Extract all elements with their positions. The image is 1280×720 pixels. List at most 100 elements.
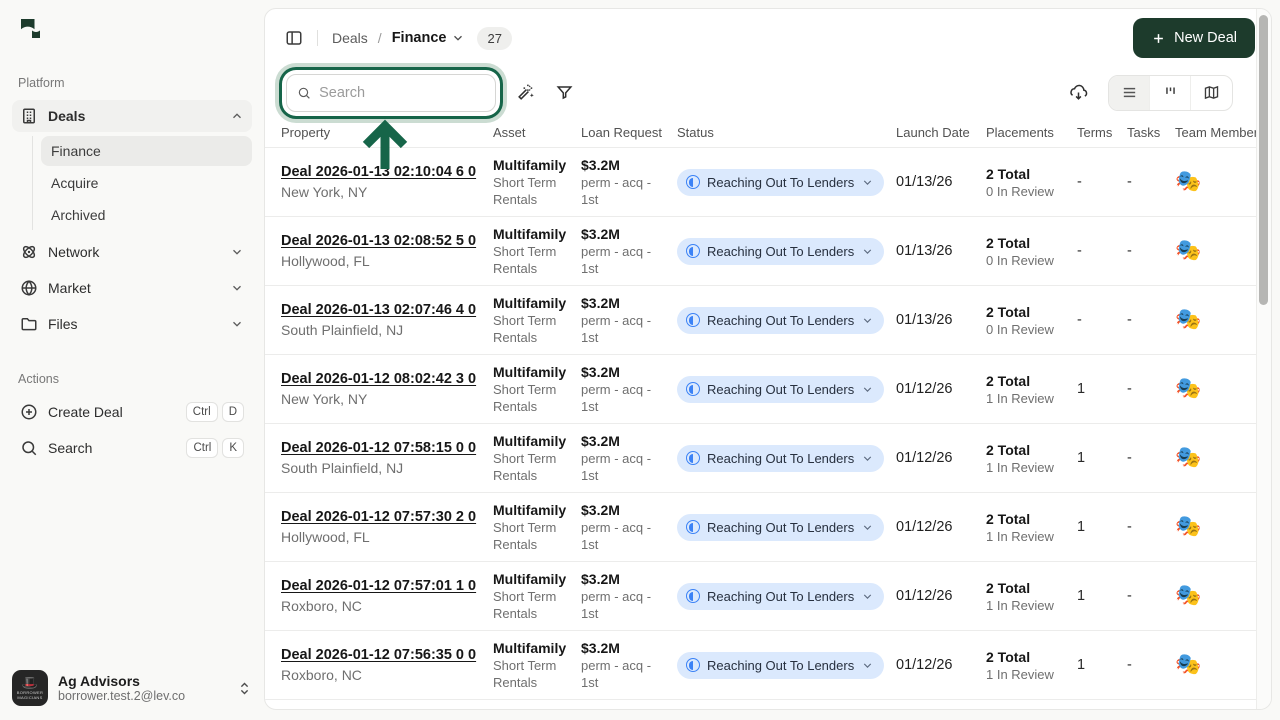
table-row[interactable]: Deal 2026-01-13 02:07:46 4 0 South Plain… (265, 286, 1271, 355)
deal-name-link[interactable]: Deal 2026-01-13 02:07:46 4 0 (281, 300, 483, 320)
new-deal-button[interactable]: New Deal (1133, 18, 1255, 58)
actions-section-label: Actions (18, 372, 252, 386)
asset-type: Multifamily (493, 225, 571, 243)
user-meta: Ag Advisors borrower.test.2@lev.co (58, 673, 185, 703)
column-header-asset[interactable]: Asset (493, 125, 581, 140)
column-header-loan-request[interactable]: Loan Request (581, 125, 677, 140)
app-logo-icon (18, 16, 44, 42)
plus-icon (1151, 31, 1166, 46)
sidebar-item-network[interactable]: Network (12, 236, 252, 268)
list-view-button[interactable] (1109, 76, 1150, 110)
search-field-container (286, 74, 496, 112)
deal-name-link[interactable]: Deal 2026-01-12 07:56:35 0 0 (281, 645, 483, 665)
create-deal-action[interactable]: Create Deal Ctrl D (12, 396, 252, 428)
column-header-tasks[interactable]: Tasks (1127, 125, 1175, 140)
status-dropdown[interactable]: Reaching Out To Lenders (677, 445, 884, 472)
status-label: Reaching Out To Lenders (707, 520, 854, 535)
user-account-switcher[interactable]: 🎩 Borrower Magicians Ag Advisors borrowe… (12, 670, 252, 706)
deal-name-link[interactable]: Deal 2026-01-12 08:02:42 3 0 (281, 369, 483, 389)
table-row[interactable]: Deal 2026-01-12 07:57:30 2 0 Hollywood, … (265, 493, 1271, 562)
table-row[interactable]: Deal 2026-01-13 02:08:52 5 0 Hollywood, … (265, 217, 1271, 286)
loan-request-cell: $3.2M perm - acq - 1st (581, 570, 677, 622)
kbd-shortcut: Ctrl D (186, 402, 244, 422)
search-action[interactable]: Search Ctrl K (12, 432, 252, 464)
chevron-down-icon (861, 383, 874, 396)
placements-total: 2 Total (986, 165, 1067, 183)
kanban-view-button[interactable] (1150, 76, 1191, 110)
kbd-shortcut: Ctrl K (186, 438, 244, 458)
subnav-label: Acquire (51, 175, 98, 191)
status-dropdown[interactable]: Reaching Out To Lenders (677, 652, 884, 679)
property-cell: Deal 2026-01-13 02:07:46 4 0 South Plain… (281, 300, 493, 340)
status-cell: Reaching Out To Lenders (677, 652, 896, 679)
deal-name-link[interactable]: Deal 2026-01-13 02:08:52 5 0 (281, 231, 483, 251)
status-dropdown[interactable]: Reaching Out To Lenders (677, 376, 884, 403)
table-toolbar (265, 67, 1271, 118)
status-progress-icon (686, 175, 700, 189)
map-view-button[interactable] (1191, 76, 1232, 110)
loan-request-cell: $3.2M perm - acq - 1st (581, 294, 677, 346)
sidebar: Platform Deals Finance Acquire Archived … (0, 0, 264, 720)
filter-button[interactable] (551, 79, 578, 106)
sidebar-item-acquire[interactable]: Acquire (41, 168, 252, 198)
status-dropdown[interactable]: Reaching Out To Lenders (677, 514, 884, 541)
deal-name-link[interactable]: Deal 2026-01-12 07:57:30 2 0 (281, 507, 483, 527)
sidebar-toggle-button[interactable] (285, 29, 303, 47)
breadcrumb-deals[interactable]: Deals (332, 30, 368, 46)
sidebar-item-files[interactable]: Files (12, 308, 252, 340)
deal-name-link[interactable]: Deal 2026-01-12 07:57:01 1 0 (281, 576, 483, 596)
loan-terms: perm - acq - 1st (581, 657, 667, 691)
breadcrumb-finance-dropdown[interactable]: Finance (392, 30, 466, 46)
table-row[interactable]: Deal 2026-01-12 07:56:35 0 0 Roxboro, NC… (265, 631, 1271, 700)
deal-location: South Plainfield, NJ (281, 320, 483, 340)
column-header-launch-date[interactable]: Launch Date (896, 125, 986, 140)
asset-cell: Multifamily Short Term Rentals (493, 363, 581, 415)
sidebar-item-deals[interactable]: Deals (12, 100, 252, 132)
placements-in-review: 1 In Review (986, 528, 1067, 545)
table-row[interactable]: Deal 2026-01-13 02:10:04 6 0 New York, N… (265, 148, 1271, 217)
main-content: Deals / Finance 27 New Deal (264, 8, 1272, 710)
loan-terms: perm - acq - 1st (581, 450, 667, 484)
status-label: Reaching Out To Lenders (707, 658, 854, 673)
placements-in-review: 0 In Review (986, 252, 1067, 269)
status-label: Reaching Out To Lenders (707, 589, 854, 604)
asset-cell: Multifamily Short Term Rentals (493, 639, 581, 691)
asset-subtype: Short Term Rentals (493, 450, 571, 484)
action-label: Search (48, 440, 92, 456)
status-label: Reaching Out To Lenders (707, 175, 854, 190)
status-dropdown[interactable]: Reaching Out To Lenders (677, 583, 884, 610)
table-row[interactable]: Deal 2026-01-12 07:57:01 1 0 Roxboro, NC… (265, 562, 1271, 631)
vertical-scrollbar[interactable] (1256, 9, 1271, 709)
search-input[interactable] (319, 85, 485, 101)
sidebar-item-market[interactable]: Market (12, 272, 252, 304)
export-download-button[interactable] (1065, 79, 1092, 106)
column-header-terms[interactable]: Terms (1077, 125, 1127, 140)
deal-name-link[interactable]: Deal 2026-01-12 07:58:15 0 0 (281, 438, 483, 458)
deal-name-link[interactable]: Deal 2026-01-13 02:10:04 6 0 (281, 162, 483, 182)
panel-left-icon (285, 29, 303, 47)
scrollbar-thumb[interactable] (1259, 15, 1268, 305)
ai-wand-sparkles-button[interactable] (512, 79, 539, 106)
column-header-status[interactable]: Status (677, 125, 896, 140)
loan-terms: perm - acq - 1st (581, 243, 667, 277)
status-cell: Reaching Out To Lenders (677, 583, 896, 610)
asset-type: Multifamily (493, 570, 571, 588)
loan-request-cell: $3.2M perm - acq - 1st (581, 363, 677, 415)
table-row[interactable]: Deal 2026-01-12 07:58:15 0 0 South Plain… (265, 424, 1271, 493)
sidebar-item-finance[interactable]: Finance (41, 136, 252, 166)
globe-icon (20, 279, 38, 297)
table-row[interactable]: Deal 2026-01-12 08:02:42 3 0 New York, N… (265, 355, 1271, 424)
subnav-label: Finance (51, 143, 101, 159)
column-header-property[interactable]: Property (281, 125, 493, 140)
sidebar-item-archived[interactable]: Archived (41, 200, 252, 230)
breadcrumb-separator: / (378, 30, 382, 46)
status-dropdown[interactable]: Reaching Out To Lenders (677, 169, 884, 196)
property-cell: Deal 2026-01-12 07:56:35 0 0 Roxboro, NC (281, 645, 493, 685)
status-dropdown[interactable]: Reaching Out To Lenders (677, 307, 884, 334)
loan-amount: $3.2M (581, 639, 667, 657)
column-header-placements[interactable]: Placements (986, 125, 1077, 140)
launch-date-cell: 01/13/26 (896, 312, 986, 328)
placements-total: 2 Total (986, 372, 1067, 390)
property-cell: Deal 2026-01-13 02:08:52 5 0 Hollywood, … (281, 231, 493, 271)
status-dropdown[interactable]: Reaching Out To Lenders (677, 238, 884, 265)
